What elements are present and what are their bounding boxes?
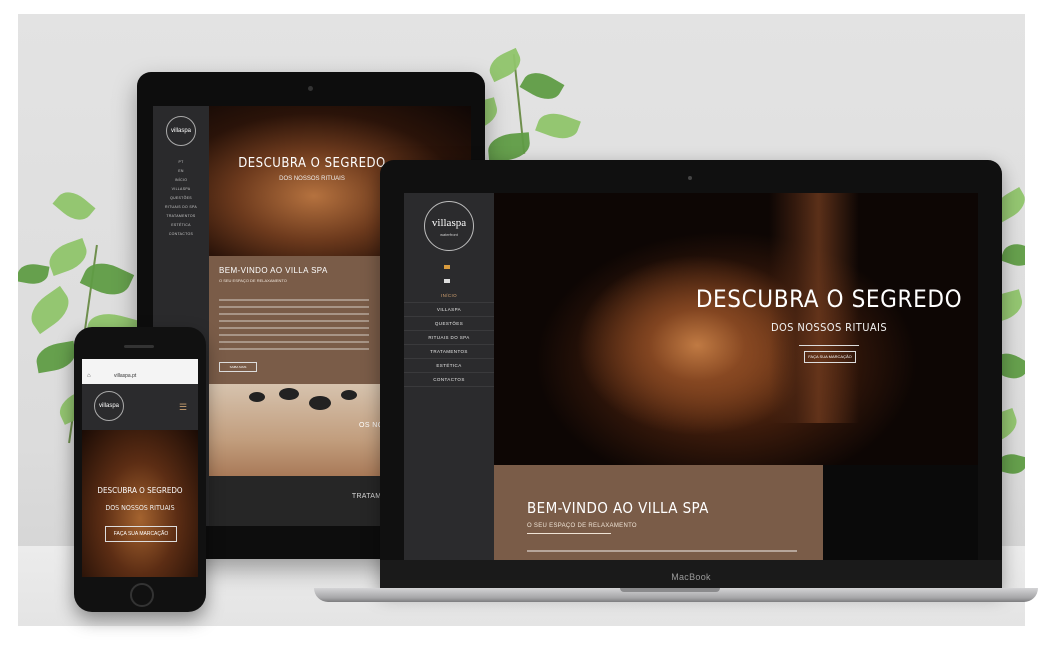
laptop-screen: villaspa waterfront INÍCIO VILLASPA QUES… (404, 193, 978, 560)
menu-item-tratamentos[interactable]: TRATAMENTOS (404, 345, 494, 359)
phone-address-bar[interactable]: ⌂ villaspa.pt (82, 370, 198, 385)
logo-subtext: waterfront (440, 232, 458, 237)
phone-device: ⌂ villaspa.pt villaspa ☰ DESCUBRA O SEGR… (74, 327, 206, 612)
laptop-side-image (823, 465, 978, 560)
laptop-brand-label: MacBook (671, 572, 711, 582)
tablet-menu-item[interactable]: CONTACTOS (159, 230, 203, 239)
menu-item-rituais[interactable]: RITUAIS DO SPA (404, 331, 494, 345)
tablet-menu-item[interactable]: EN (159, 167, 203, 176)
phone-url[interactable]: villaspa.pt (114, 373, 136, 379)
tablet-welcome-title: BEM-VINDO AO VILLA SPA (219, 266, 328, 275)
tablet-menu-item[interactable]: QUESTÕES (159, 194, 203, 203)
phone-speaker (124, 345, 154, 348)
hamburger-menu-icon[interactable]: ☰ (179, 402, 187, 413)
menu-item-questoes[interactable]: QUESTÕES (404, 317, 494, 331)
laptop-notch (620, 588, 720, 592)
leaf (484, 47, 526, 83)
tablet-menu-item[interactable]: RITUAIS DO SPA (159, 203, 203, 212)
tablet-hero-title: DESCUBRA O SEGREDO (238, 156, 386, 171)
laptop-camera (688, 176, 692, 180)
phone-status-bar (82, 359, 198, 370)
language-en-icon[interactable] (444, 279, 450, 283)
leaf (519, 66, 565, 106)
leaf (486, 132, 532, 162)
laptop-booking-button[interactable]: FAÇA SUA MARCAÇÃO (804, 351, 856, 363)
leaf (34, 340, 78, 374)
leaf (535, 107, 581, 145)
leaf (18, 261, 50, 287)
lock-icon: ⌂ (87, 373, 91, 379)
tablet-menu: PT EN INÍCIO VILLASPA QUESTÕES RITUAIS D… (159, 158, 203, 239)
phone-home-button[interactable] (130, 583, 154, 607)
tablet-cta-button[interactable]: SAIBA MAIS (219, 362, 257, 372)
laptop-hero-subtitle: DOS NOSSOS RITUAIS (770, 321, 888, 334)
tablet-welcome-panel: BEM-VINDO AO VILLA SPA O SEU ESPAÇO DE R… (209, 256, 381, 384)
leaf (1000, 239, 1025, 271)
laptop-sidebar: villaspa waterfront INÍCIO VILLASPA QUES… (404, 193, 494, 560)
phone-header: villaspa ☰ (82, 384, 198, 430)
menu-item-villaspa[interactable]: VILLASPA (404, 303, 494, 317)
tablet-logo[interactable]: villaspa (166, 116, 196, 146)
phone-logo[interactable]: villaspa (94, 391, 124, 421)
laptop-welcome-text (527, 550, 797, 552)
laptop-menu: INÍCIO VILLASPA QUESTÕES RITUAIS DO SPA … (404, 289, 494, 387)
phone-hero-subtitle: DOS NOSSOS RITUAIS (105, 504, 175, 512)
hero-divider (799, 345, 859, 346)
tablet-menu-item[interactable]: INÍCIO (159, 176, 203, 185)
phone-booking-button[interactable]: FAÇA SUA MARCAÇÃO (105, 526, 177, 542)
tablet-menu-item[interactable]: VILLASPA (159, 185, 203, 194)
laptop-hero-title: DESCUBRA O SEGREDO (695, 285, 963, 313)
tablet-menu-item[interactable]: ESTÉTICA (159, 221, 203, 230)
phone-hero-title: DESCUBRA O SEGREDO (97, 486, 183, 495)
menu-item-inicio[interactable]: INÍCIO (404, 289, 494, 303)
welcome-divider (527, 533, 611, 534)
laptop-hero-image: DESCUBRA O SEGREDO DOS NOSSOS RITUAIS FA… (494, 193, 978, 465)
language-pt-icon[interactable] (444, 265, 450, 269)
laptop-welcome-title: BEM-VINDO AO VILLA SPA (527, 499, 709, 517)
leaf (52, 185, 96, 227)
tablet-hero-subtitle: DOS NOSSOS RITUAIS (279, 176, 345, 182)
menu-item-estetica[interactable]: ESTÉTICA (404, 359, 494, 373)
logo-text: villaspa (431, 217, 467, 229)
tablet-welcome-subtitle: O SEU ESPAÇO DE RELAXAMENTO (219, 278, 287, 283)
menu-item-contactos[interactable]: CONTACTOS (404, 373, 494, 387)
tablet-camera (308, 86, 313, 91)
laptop-logo[interactable]: villaspa waterfront (424, 201, 474, 251)
tablet-menu-item[interactable]: PT (159, 158, 203, 167)
leaf (23, 285, 77, 335)
phone-hero-image: DESCUBRA O SEGREDO DOS NOSSOS RITUAIS FA… (82, 430, 198, 577)
tablet-welcome-text (219, 294, 369, 355)
laptop-device: villaspa waterfront INÍCIO VILLASPA QUES… (380, 160, 1002, 590)
laptop-welcome-subtitle: O SEU ESPAÇO DE RELAXAMENTO (527, 523, 637, 529)
tablet-menu-item[interactable]: TRATAMENTOS (159, 212, 203, 221)
phone-screen: ⌂ villaspa.pt villaspa ☰ DESCUBRA O SEGR… (82, 359, 198, 577)
laptop-welcome-panel: BEM-VINDO AO VILLA SPA O SEU ESPAÇO DE R… (494, 465, 823, 560)
